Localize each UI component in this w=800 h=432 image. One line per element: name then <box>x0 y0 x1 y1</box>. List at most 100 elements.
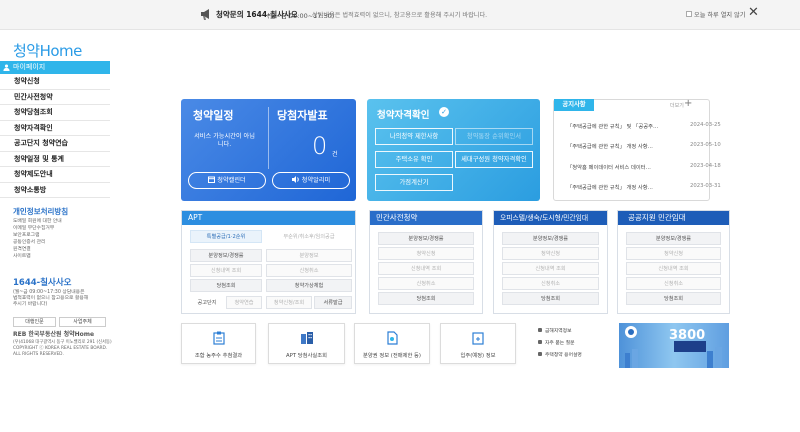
household-qualify-button[interactable]: 세대구성원 청약자격확인 <box>455 151 533 168</box>
tab-no-rank-supply[interactable]: 무순위/취소후/임의공급 <box>266 230 352 243</box>
top-notice-bar: 청약문의 1644-칠사사오 (월~금 09:00~17:30) 상담내용은 법… <box>0 0 800 30</box>
apt-winner-button[interactable]: 당첨조회 <box>190 279 262 292</box>
hide-today-label[interactable]: 오늘 하루 열지 않기 <box>694 10 745 19</box>
public-info-button[interactable]: 분양정보/경쟁률 <box>626 232 721 245</box>
square-icon <box>538 352 542 356</box>
winner-count-unit: 건 <box>332 151 338 158</box>
schedule-title[interactable]: 청약일정 <box>193 107 233 123</box>
sidebar-item-practice[interactable]: 공고단지 청약연습 <box>0 136 110 152</box>
officetel-apply-button[interactable]: 청약신청 <box>502 247 599 260</box>
apt-title[interactable]: APT <box>182 211 355 225</box>
hide-today-checkbox[interactable] <box>686 11 692 17</box>
presale-panel: 민간사전청약 분양정보/경쟁률 청약신청 신청내역 조회 신청취소 당첨조회 <box>369 210 483 314</box>
apt-document-button[interactable]: 서류발급 <box>314 296 352 309</box>
person-icon <box>3 64 10 71</box>
presale-cancel-button[interactable]: 신청취소 <box>378 277 474 290</box>
apt-info2-button[interactable]: 분양정보 <box>266 249 352 262</box>
agent-button[interactable]: 대행인문 <box>13 317 56 327</box>
check-circle-icon: ✓ <box>439 107 449 117</box>
footer-link[interactable]: 사이트맵 <box>13 253 31 260</box>
officetel-title[interactable]: 오피스텔/생숙/도시형/민간임대 <box>494 211 607 225</box>
winner-title[interactable]: 당첨자발표 <box>277 107 328 123</box>
sidebar-item-guide[interactable]: 청약제도안내 <box>0 167 110 183</box>
plus-icon[interactable]: + <box>684 98 692 109</box>
alert-button[interactable]: 청약알리미 <box>272 172 350 189</box>
sidebar-item-apply[interactable]: 청약신청 <box>0 74 110 90</box>
notice-item[interactable]: 「주택공급에 관한 규칙」 및 「공공주… 2024-03-25 <box>567 122 721 130</box>
apt-info-button[interactable]: 분양정보/경쟁률 <box>190 249 262 262</box>
officetel-history-button[interactable]: 신청내역 조회 <box>502 262 599 275</box>
sidebar-item-presale[interactable]: 민간사전청약 <box>0 90 110 105</box>
close-icon[interactable]: ✕ <box>748 5 759 20</box>
officetel-winner-button[interactable]: 당첨조회 <box>502 292 599 305</box>
score-calculator-button[interactable]: 가점계산기 <box>375 174 453 191</box>
faq-label: 자주 묻는 질문 <box>545 341 575 346</box>
public-rental-title[interactable]: 공공지원 민간임대 <box>618 211 729 225</box>
promo-banner[interactable]: 3800 <box>619 323 729 368</box>
presale-right-shortcut[interactable]: 분양권 정보 (전매제한 등) <box>354 323 430 364</box>
move-in-shortcut[interactable]: 입주(예정) 정보 <box>440 323 516 364</box>
notice-tab[interactable]: 공지사항 <box>554 99 594 111</box>
privacy-policy-link[interactable]: 개인정보처리방침 <box>13 206 68 217</box>
faq-link[interactable]: 자주 묻는 질문 <box>538 339 575 346</box>
presale-history-button[interactable]: 신청내역 조회 <box>378 262 474 275</box>
glossary-link[interactable]: 주택청약 용어설명 <box>538 351 582 358</box>
apt-cancel-button[interactable]: 신청취소 <box>266 264 352 277</box>
banner-illustration: 3800 <box>625 326 722 368</box>
developer-button[interactable]: 사업주체 <box>59 317 106 327</box>
rank-certificate-button[interactable]: 청약통장 순위확인서 <box>455 128 533 145</box>
footer-link[interactable]: 원격연결 <box>13 246 31 253</box>
public-winner-button[interactable]: 당첨조회 <box>626 292 721 305</box>
sidebar-item-qualify[interactable]: 청약자격확인 <box>0 121 110 136</box>
sidebar-item-winner[interactable]: 청약당첨조회 <box>0 105 110 121</box>
presale-winner-button[interactable]: 당첨조회 <box>378 292 474 305</box>
sidebar-item-schedule[interactable]: 청약일정 및 통계 <box>0 152 110 167</box>
apt-simulation-button[interactable]: 청약가상체험 <box>266 279 352 292</box>
sidebar-phone: 1644-칠사사오 <box>13 278 72 288</box>
calendar-icon <box>208 176 216 183</box>
restriction-button[interactable]: 나의청약 제한사항 <box>375 128 453 145</box>
presale-apply-button[interactable]: 청약신청 <box>378 247 474 260</box>
apt-history-button[interactable]: 신청내역 조회 <box>190 264 262 277</box>
lottery-result-label: 조합 농주수 추첨결과 <box>194 353 243 359</box>
sidebar-mypage[interactable]: 마이페이지 <box>0 61 110 74</box>
apt-apply-button[interactable]: 청약신청/조회 <box>266 296 312 309</box>
notice-item[interactable]: 「주택공급에 관한 규칙」 개정 사항… 2023-03-31 <box>567 183 721 191</box>
apt-notice-complex: 공고단지 <box>190 296 224 309</box>
sidebar-item-community[interactable]: 청약소통방 <box>0 183 110 198</box>
public-history-button[interactable]: 신청내역 조회 <box>626 262 721 275</box>
notice-item[interactable]: 「청약홈 페이데이터 서비스 데이터… 2023-04-18 <box>567 163 721 171</box>
apt-winner-check-shortcut[interactable]: APT 당첨사실조회 <box>268 323 345 364</box>
regulated-area-link[interactable]: 금해지역정보 <box>538 327 571 334</box>
presale-info-button[interactable]: 분양정보/경쟁률 <box>378 232 474 245</box>
footer-link[interactable]: 이메일 무단수집거부 <box>13 225 54 232</box>
notice-item-title: 「주택공급에 관한 규칙」 개정 사항… <box>567 144 653 150</box>
officetel-cancel-button[interactable]: 신청취소 <box>502 277 599 290</box>
house-ownership-button[interactable]: 주택소유 확인 <box>375 151 453 168</box>
qualification-title[interactable]: 청약자격확인 <box>377 107 429 121</box>
presale-title[interactable]: 민간사전청약 <box>370 211 482 225</box>
notice-item-title: 「주택공급에 관한 규칙」 개정 사항… <box>567 185 653 191</box>
public-apply-button[interactable]: 청약신청 <box>626 247 721 260</box>
alert-button-label: 청약알리미 <box>301 177 331 184</box>
footer-link[interactable]: 도배일 회원에 대한 안내 <box>13 218 62 225</box>
lottery-result-shortcut[interactable]: 조합 농주수 추첨결과 <box>181 323 256 364</box>
service-unavailable-text: 서비스 가능시간이 아닙니다. <box>194 133 255 148</box>
footer-link[interactable]: 공동인증서 관리 <box>13 239 45 246</box>
tab-special-supply[interactable]: 특별공급/1·2순위 <box>190 230 262 243</box>
public-cancel-button[interactable]: 신청취소 <box>626 277 721 290</box>
winner-count: 0 <box>312 132 328 160</box>
qualification-card: 청약자격확인 ✓ 나의청약 제한사항 청약통장 순위확인서 주택소유 확인 세대… <box>367 99 540 201</box>
site-logo[interactable]: 청약Home <box>13 40 82 61</box>
apt-practice-button[interactable]: 청약연습 <box>226 296 262 309</box>
officetel-info-button[interactable]: 분양정보/경쟁률 <box>502 232 599 245</box>
calendar-button[interactable]: 청약캘린더 <box>188 172 266 189</box>
footer-link[interactable]: 보안프로그램 <box>13 232 39 239</box>
sidebar-mypage-label: 마이페이지 <box>13 63 46 71</box>
calendar-button-label: 청약캘린더 <box>217 177 246 184</box>
sidebar: 마이페이지 청약신청 민간사전청약 청약당첨조회 청약자격확인 공고단지 청약연… <box>0 61 110 198</box>
notice-item-title: 「주택공급에 관한 규칙」 및 「공공주… <box>567 124 659 130</box>
building-icon <box>300 332 313 344</box>
notice-more-link[interactable]: 더보기 <box>670 102 684 109</box>
notice-item[interactable]: 「주택공급에 관한 규칙」 개정 사항… 2023-05-10 <box>567 142 721 150</box>
